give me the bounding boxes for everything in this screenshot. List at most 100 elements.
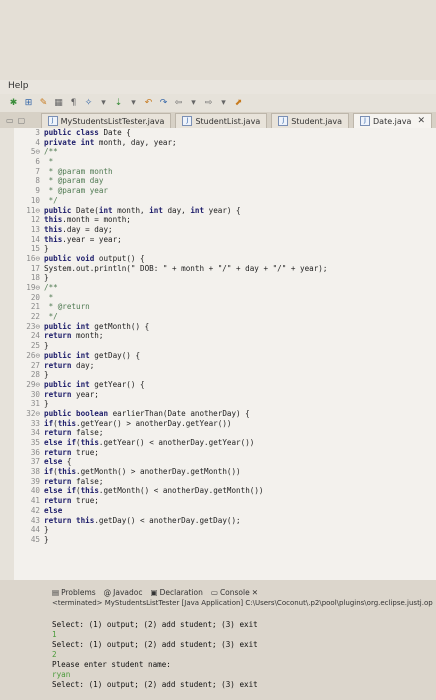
chevron-down-icon[interactable]: ▾ — [218, 98, 229, 109]
console-tab-bar: ▤ Problems @ Javadoc ▣ Declaration ▭ Con… — [52, 586, 436, 598]
code-line: 39 return false; — [14, 477, 436, 487]
code-line: 17 System.out.println(" DOB: " + month + … — [14, 264, 436, 274]
line-number: 21 — [30, 302, 40, 312]
code-text: * — [44, 157, 54, 167]
code-text: public class Date { — [44, 128, 131, 137]
tab-mystudentslisttester[interactable]: J MyStudentsListTester.java — [40, 113, 172, 128]
code-text: return false; — [44, 476, 104, 486]
code-text: public int getYear() { — [44, 379, 145, 389]
line-number: 42 — [30, 505, 40, 515]
minimize-icon[interactable]: ▭ — [6, 116, 14, 125]
javadoc-icon: @ — [103, 587, 112, 597]
restore-icon[interactable]: ▢ — [18, 116, 26, 125]
tab-studentlist[interactable]: J StudentList.java — [175, 113, 268, 128]
code-line: 42 else — [14, 506, 436, 516]
code-text: */ — [44, 195, 58, 205]
code-text: System.out.println(" DOB: " + month + "/… — [44, 263, 328, 273]
code-text: return false; — [44, 428, 104, 438]
line-number: 43 — [30, 515, 40, 525]
code-editor[interactable]: 3 public class Date {4 private int month, … — [14, 128, 436, 580]
code-text: } — [44, 399, 49, 409]
tab-student[interactable]: J Student.java — [271, 113, 350, 128]
chevron-down-icon[interactable]: ▾ — [188, 98, 199, 109]
line-number: 34 — [30, 428, 40, 438]
editor-tab-bar: ▭ ▢ J MyStudentsListTester.java J Studen… — [0, 112, 436, 129]
code-text: if(this.getYear() > anotherDay.getYear()… — [44, 418, 232, 428]
nav-forward-icon[interactable]: ⇨ — [203, 98, 214, 109]
tab-console[interactable]: ▭ Console ✕ — [211, 588, 258, 597]
menu-help[interactable]: Help — [8, 81, 29, 91]
code-text: } — [44, 534, 49, 544]
code-line: 30 return year; — [14, 390, 436, 400]
chevron-down-icon[interactable]: ▾ — [98, 98, 109, 109]
window-top-area — [0, 0, 436, 80]
code-text: else { — [44, 457, 72, 467]
code-line: 5⊖ /** — [14, 147, 436, 157]
line-number: 16⊖ — [26, 253, 40, 263]
tab-date[interactable]: J Date.java ✕ — [353, 113, 432, 128]
console-line: Select: (1) output; (2) add student; (3)… — [52, 640, 258, 649]
code-line: 15} — [14, 244, 436, 254]
line-number: 39 — [30, 476, 40, 486]
line-number: 3 — [35, 128, 40, 137]
back-icon[interactable]: ↶ — [143, 98, 154, 109]
code-line: 26⊖ public int getDay() { — [14, 351, 436, 361]
nav-back-icon[interactable]: ⇦ — [173, 98, 184, 109]
line-number: 45 — [30, 534, 40, 544]
code-line: 25} — [14, 341, 436, 351]
problems-icon: ▤ — [52, 587, 60, 597]
console-line: Select: (1) output; (2) add student; (3)… — [52, 680, 258, 689]
pin-icon[interactable]: ✱ — [8, 98, 19, 109]
forward-icon[interactable]: ↷ — [158, 98, 169, 109]
code-line: 36 return true; — [14, 448, 436, 458]
close-icon[interactable]: ✕ — [252, 588, 258, 597]
code-line: 41 return true; — [14, 496, 436, 506]
line-number: 24 — [30, 331, 40, 341]
code-line: 37 else { — [14, 457, 436, 467]
code-text: * — [44, 292, 54, 302]
line-number: 20 — [30, 292, 40, 302]
code-line: 23⊖ public int getMonth() { — [14, 322, 436, 332]
code-text: else if(this.getYear() < anotherDay.getY… — [44, 438, 255, 447]
line-number: 17 — [30, 263, 40, 273]
edit-icon[interactable]: ✎ — [38, 98, 49, 109]
annotation-icon[interactable]: ✧ — [83, 98, 94, 109]
code-text: * @param day — [44, 176, 104, 186]
code-line: 35 else if(this.getYear() < anotherDay.ge… — [14, 438, 436, 448]
code-text: if(this.getMonth() > anotherDay.getMonth… — [44, 467, 241, 477]
line-number: 25 — [30, 341, 40, 351]
code-line: 16⊖ public void output() { — [14, 254, 436, 264]
tab-declaration[interactable]: ▣ Declaration — [151, 588, 203, 597]
chevron-down-icon[interactable]: ▾ — [128, 98, 139, 109]
code-text: return month; — [44, 331, 104, 341]
code-text: public boolean earlierThan(Date anotherD… — [44, 408, 250, 418]
pilcrow-icon[interactable]: ¶ — [68, 98, 79, 109]
toggle-mark-icon[interactable]: ⊞ — [23, 98, 34, 109]
code-line: 7 * @param month — [14, 167, 436, 177]
code-line: 33 if(this.getYear() > anotherDay.getYear… — [14, 419, 436, 429]
code-line: 43 return this.getDay() < anotherDay.getD… — [14, 516, 436, 526]
grid-icon[interactable]: ▦ — [53, 98, 64, 109]
tab-problems[interactable]: ▤ Problems — [52, 588, 96, 597]
code-line: 45} — [14, 535, 436, 545]
code-text: * @param month — [44, 166, 113, 176]
console-output[interactable]: Select: (1) output; (2) add student; (3)… — [52, 610, 436, 700]
line-number: 5⊖ — [30, 147, 40, 157]
tab-javadoc[interactable]: @ Javadoc — [104, 588, 143, 597]
code-text: } — [44, 341, 49, 351]
code-text: } — [44, 370, 49, 380]
next-annotation-icon[interactable]: ⇣ — [113, 98, 124, 109]
code-line: 6 * — [14, 157, 436, 167]
code-line: 12 this.month = month; — [14, 215, 436, 225]
close-icon[interactable]: ✕ — [417, 116, 425, 126]
code-text: public Date(int month, int day, int year… — [44, 205, 241, 215]
pin-editor-icon[interactable]: ⬈ — [233, 98, 244, 109]
code-text: else — [44, 505, 63, 515]
java-file-icon: J — [182, 116, 193, 126]
toolbar: ✱ ⊞ ✎ ▦ ¶ ✧ ▾ ⇣ ▾ ↶ ↷ ⇦ ▾ ⇨ ▾ ⬈ — [0, 94, 436, 112]
line-number: 13 — [30, 224, 40, 234]
declaration-icon: ▣ — [150, 587, 158, 597]
line-number: 11⊖ — [26, 205, 40, 215]
menu-bar: Help — [0, 80, 436, 94]
tab-label: Student.java — [291, 116, 343, 126]
